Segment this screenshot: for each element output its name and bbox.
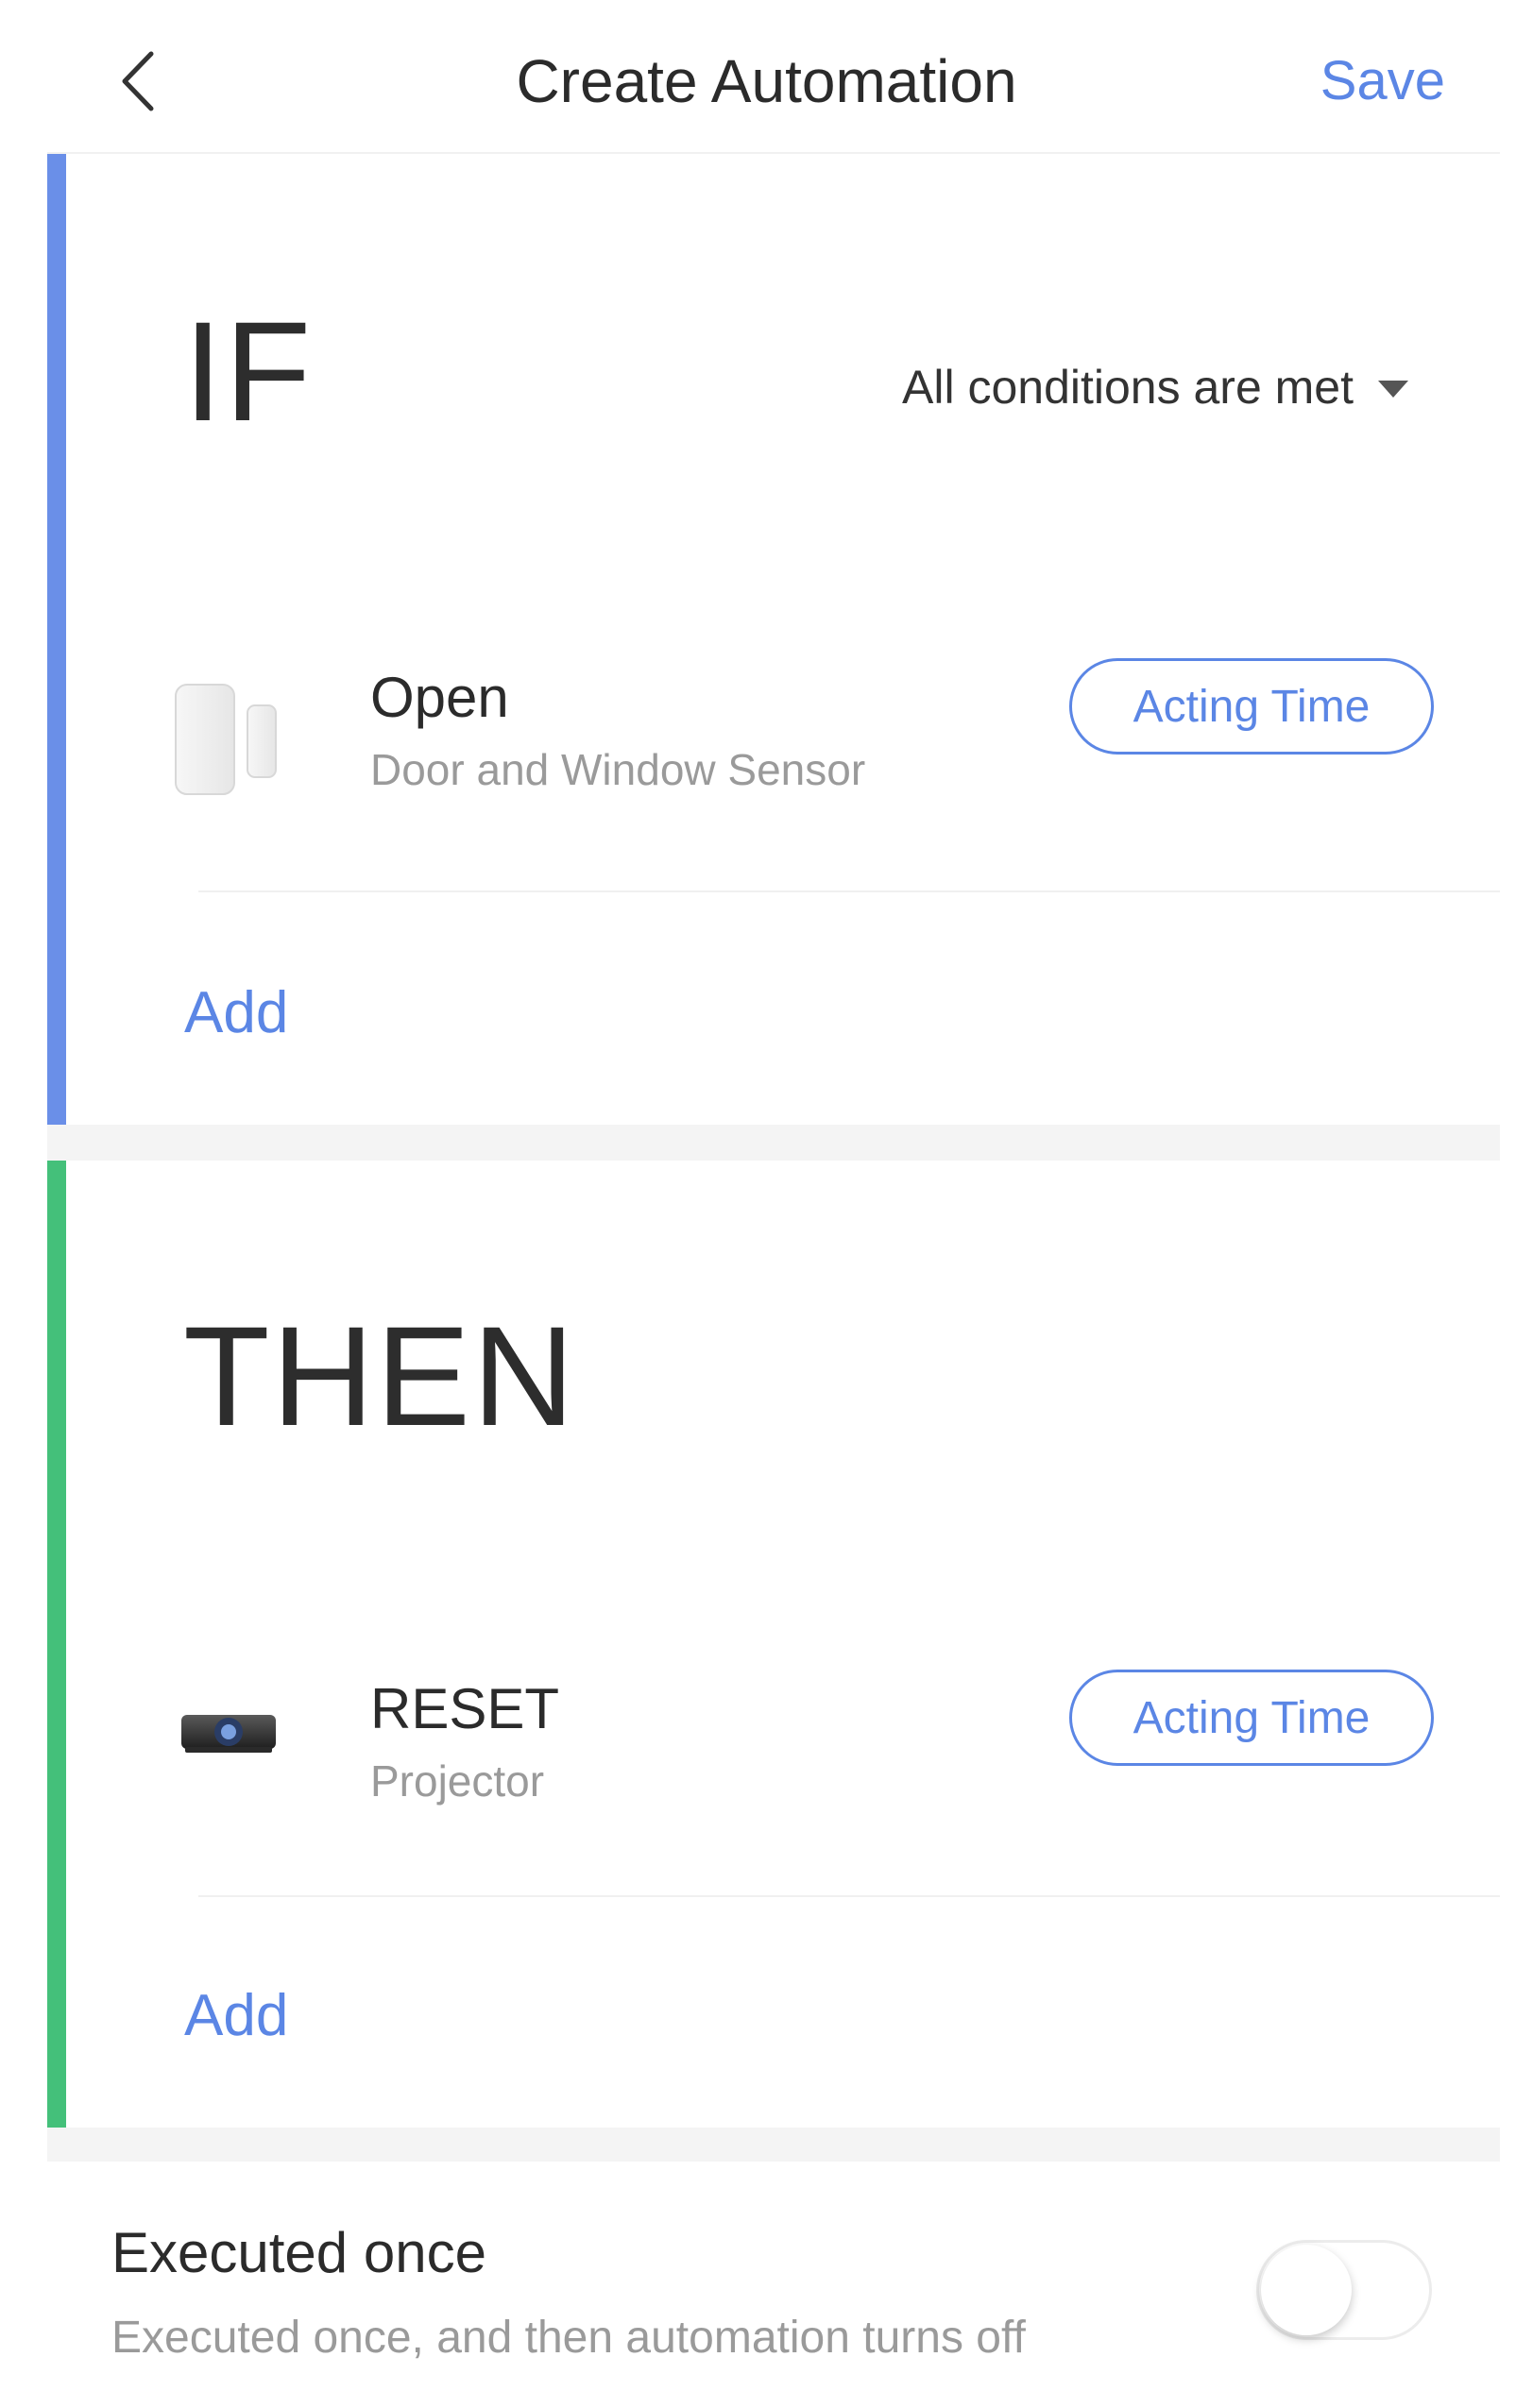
condition-mode-dropdown[interactable]: All conditions are met — [902, 360, 1409, 415]
condition-mode-label: All conditions are met — [902, 361, 1354, 414]
executed-once-toggle[interactable] — [1256, 2240, 1432, 2340]
then-item-subtitle: Projector — [370, 1756, 545, 1806]
if-add-button[interactable]: Add — [184, 979, 288, 1047]
executed-once-title: Executed once — [111, 2221, 486, 2284]
if-row-divider — [198, 890, 1500, 892]
section-gap-bottom — [47, 2128, 1500, 2162]
if-heading: IF — [183, 292, 314, 450]
then-acting-time-button[interactable]: Acting Time — [1069, 1670, 1434, 1766]
then-item-title: RESET — [370, 1677, 560, 1740]
door-window-sensor-icon — [175, 684, 277, 795]
if-item-subtitle: Door and Window Sensor — [370, 745, 866, 794]
if-condition-item[interactable]: Open Door and Window Sensor Acting Time — [47, 658, 1500, 853]
then-section: THEN RESET Projector Acting Time Add — [47, 1161, 1500, 2128]
save-button[interactable]: Save — [1275, 43, 1445, 119]
then-action-item[interactable]: RESET Projector Acting Time — [47, 1670, 1500, 1864]
section-gap — [47, 1125, 1500, 1161]
then-accent-bar — [47, 1161, 66, 2128]
if-acting-time-button[interactable]: Acting Time — [1069, 658, 1434, 755]
if-section: IF All conditions are met Open Door and … — [47, 154, 1500, 1125]
projector-icon — [181, 1715, 276, 1753]
top-bar: Create Automation Save — [0, 0, 1533, 153]
caret-down-icon — [1378, 381, 1409, 398]
executed-once-description: Executed once, and then automation turns… — [111, 2313, 1026, 2363]
toggle-knob — [1261, 2245, 1352, 2335]
then-row-divider — [198, 1895, 1500, 1897]
if-accent-bar — [47, 154, 66, 1125]
then-heading: THEN — [183, 1297, 577, 1455]
then-add-button[interactable]: Add — [184, 1982, 288, 2050]
if-item-title: Open — [370, 666, 509, 729]
